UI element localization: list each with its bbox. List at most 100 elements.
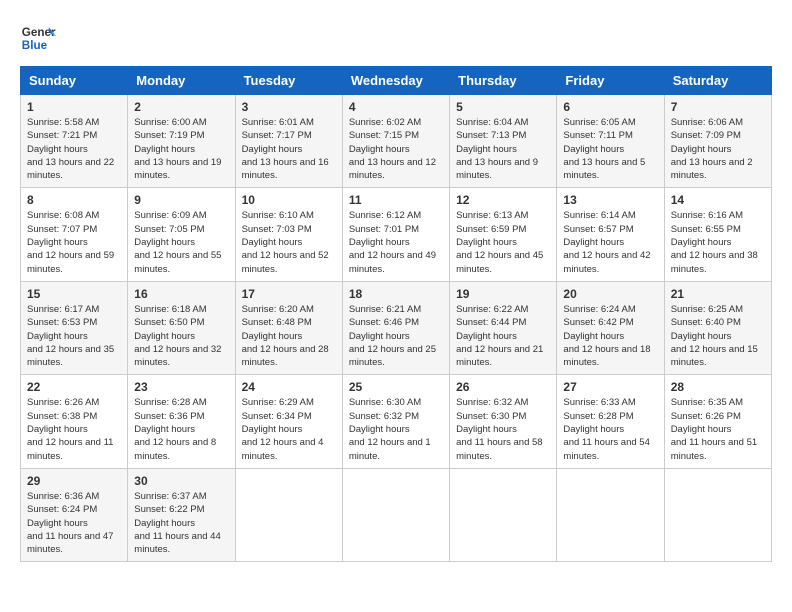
day-info: Sunrise: 6:12 AM Sunset: 7:01 PM Dayligh… <box>349 209 443 275</box>
calendar-cell: 5 Sunrise: 6:04 AM Sunset: 7:13 PM Dayli… <box>450 95 557 188</box>
weekday-header: Wednesday <box>342 67 449 95</box>
day-number: 1 <box>27 100 121 114</box>
day-info: Sunrise: 6:33 AM Sunset: 6:28 PM Dayligh… <box>563 396 657 462</box>
weekday-header: Tuesday <box>235 67 342 95</box>
day-number: 26 <box>456 380 550 394</box>
day-info: Sunrise: 6:36 AM Sunset: 6:24 PM Dayligh… <box>27 490 121 556</box>
day-info: Sunrise: 6:10 AM Sunset: 7:03 PM Dayligh… <box>242 209 336 275</box>
day-info: Sunrise: 6:32 AM Sunset: 6:30 PM Dayligh… <box>456 396 550 462</box>
calendar-cell: 13 Sunrise: 6:14 AM Sunset: 6:57 PM Dayl… <box>557 188 664 281</box>
day-number: 30 <box>134 474 228 488</box>
day-info: Sunrise: 6:24 AM Sunset: 6:42 PM Dayligh… <box>563 303 657 369</box>
day-number: 11 <box>349 193 443 207</box>
calendar-cell: 24 Sunrise: 6:29 AM Sunset: 6:34 PM Dayl… <box>235 375 342 468</box>
svg-text:Blue: Blue <box>22 39 48 52</box>
day-number: 28 <box>671 380 765 394</box>
day-number: 7 <box>671 100 765 114</box>
day-info: Sunrise: 6:14 AM Sunset: 6:57 PM Dayligh… <box>563 209 657 275</box>
day-number: 20 <box>563 287 657 301</box>
calendar-cell <box>664 468 771 561</box>
day-number: 17 <box>242 287 336 301</box>
page-header: General Blue <box>20 20 772 56</box>
day-number: 8 <box>27 193 121 207</box>
day-info: Sunrise: 6:18 AM Sunset: 6:50 PM Dayligh… <box>134 303 228 369</box>
day-info: Sunrise: 6:02 AM Sunset: 7:15 PM Dayligh… <box>349 116 443 182</box>
calendar-cell: 16 Sunrise: 6:18 AM Sunset: 6:50 PM Dayl… <box>128 281 235 374</box>
calendar-cell: 22 Sunrise: 6:26 AM Sunset: 6:38 PM Dayl… <box>21 375 128 468</box>
calendar-cell: 1 Sunrise: 5:58 AM Sunset: 7:21 PM Dayli… <box>21 95 128 188</box>
calendar-cell: 23 Sunrise: 6:28 AM Sunset: 6:36 PM Dayl… <box>128 375 235 468</box>
calendar-cell: 8 Sunrise: 6:08 AM Sunset: 7:07 PM Dayli… <box>21 188 128 281</box>
day-number: 16 <box>134 287 228 301</box>
day-number: 3 <box>242 100 336 114</box>
calendar-cell: 3 Sunrise: 6:01 AM Sunset: 7:17 PM Dayli… <box>235 95 342 188</box>
day-info: Sunrise: 6:09 AM Sunset: 7:05 PM Dayligh… <box>134 209 228 275</box>
day-info: Sunrise: 6:25 AM Sunset: 6:40 PM Dayligh… <box>671 303 765 369</box>
calendar-cell: 15 Sunrise: 6:17 AM Sunset: 6:53 PM Dayl… <box>21 281 128 374</box>
calendar-cell: 14 Sunrise: 6:16 AM Sunset: 6:55 PM Dayl… <box>664 188 771 281</box>
day-info: Sunrise: 6:17 AM Sunset: 6:53 PM Dayligh… <box>27 303 121 369</box>
day-info: Sunrise: 6:16 AM Sunset: 6:55 PM Dayligh… <box>671 209 765 275</box>
day-number: 2 <box>134 100 228 114</box>
day-number: 24 <box>242 380 336 394</box>
calendar-cell <box>235 468 342 561</box>
calendar-cell: 4 Sunrise: 6:02 AM Sunset: 7:15 PM Dayli… <box>342 95 449 188</box>
calendar-cell <box>342 468 449 561</box>
day-info: Sunrise: 6:05 AM Sunset: 7:11 PM Dayligh… <box>563 116 657 182</box>
calendar-cell <box>450 468 557 561</box>
day-number: 27 <box>563 380 657 394</box>
day-info: Sunrise: 6:00 AM Sunset: 7:19 PM Dayligh… <box>134 116 228 182</box>
day-number: 25 <box>349 380 443 394</box>
weekday-header: Monday <box>128 67 235 95</box>
day-number: 4 <box>349 100 443 114</box>
day-number: 29 <box>27 474 121 488</box>
calendar-cell <box>557 468 664 561</box>
calendar-cell: 2 Sunrise: 6:00 AM Sunset: 7:19 PM Dayli… <box>128 95 235 188</box>
calendar-cell: 25 Sunrise: 6:30 AM Sunset: 6:32 PM Dayl… <box>342 375 449 468</box>
calendar-cell: 29 Sunrise: 6:36 AM Sunset: 6:24 PM Dayl… <box>21 468 128 561</box>
calendar-cell: 10 Sunrise: 6:10 AM Sunset: 7:03 PM Dayl… <box>235 188 342 281</box>
logo-icon: General Blue <box>20 20 56 56</box>
calendar-table: SundayMondayTuesdayWednesdayThursdayFrid… <box>20 66 772 562</box>
weekday-header: Thursday <box>450 67 557 95</box>
weekday-header: Saturday <box>664 67 771 95</box>
calendar-cell: 12 Sunrise: 6:13 AM Sunset: 6:59 PM Dayl… <box>450 188 557 281</box>
day-number: 22 <box>27 380 121 394</box>
calendar-cell: 17 Sunrise: 6:20 AM Sunset: 6:48 PM Dayl… <box>235 281 342 374</box>
day-number: 10 <box>242 193 336 207</box>
day-number: 19 <box>456 287 550 301</box>
day-number: 6 <box>563 100 657 114</box>
day-number: 12 <box>456 193 550 207</box>
day-info: Sunrise: 6:21 AM Sunset: 6:46 PM Dayligh… <box>349 303 443 369</box>
calendar-cell: 26 Sunrise: 6:32 AM Sunset: 6:30 PM Dayl… <box>450 375 557 468</box>
day-info: Sunrise: 6:06 AM Sunset: 7:09 PM Dayligh… <box>671 116 765 182</box>
day-info: Sunrise: 6:04 AM Sunset: 7:13 PM Dayligh… <box>456 116 550 182</box>
day-info: Sunrise: 6:22 AM Sunset: 6:44 PM Dayligh… <box>456 303 550 369</box>
calendar-cell: 28 Sunrise: 6:35 AM Sunset: 6:26 PM Dayl… <box>664 375 771 468</box>
day-info: Sunrise: 6:30 AM Sunset: 6:32 PM Dayligh… <box>349 396 443 462</box>
day-number: 9 <box>134 193 228 207</box>
calendar-cell: 30 Sunrise: 6:37 AM Sunset: 6:22 PM Dayl… <box>128 468 235 561</box>
day-number: 15 <box>27 287 121 301</box>
day-info: Sunrise: 5:58 AM Sunset: 7:21 PM Dayligh… <box>27 116 121 182</box>
day-number: 13 <box>563 193 657 207</box>
calendar-cell: 20 Sunrise: 6:24 AM Sunset: 6:42 PM Dayl… <box>557 281 664 374</box>
day-number: 23 <box>134 380 228 394</box>
calendar-cell: 27 Sunrise: 6:33 AM Sunset: 6:28 PM Dayl… <box>557 375 664 468</box>
day-number: 21 <box>671 287 765 301</box>
calendar-cell: 18 Sunrise: 6:21 AM Sunset: 6:46 PM Dayl… <box>342 281 449 374</box>
weekday-header: Friday <box>557 67 664 95</box>
day-info: Sunrise: 6:37 AM Sunset: 6:22 PM Dayligh… <box>134 490 228 556</box>
day-info: Sunrise: 6:29 AM Sunset: 6:34 PM Dayligh… <box>242 396 336 462</box>
day-info: Sunrise: 6:35 AM Sunset: 6:26 PM Dayligh… <box>671 396 765 462</box>
calendar-cell: 7 Sunrise: 6:06 AM Sunset: 7:09 PM Dayli… <box>664 95 771 188</box>
day-info: Sunrise: 6:13 AM Sunset: 6:59 PM Dayligh… <box>456 209 550 275</box>
calendar-cell: 21 Sunrise: 6:25 AM Sunset: 6:40 PM Dayl… <box>664 281 771 374</box>
day-number: 5 <box>456 100 550 114</box>
calendar-cell: 19 Sunrise: 6:22 AM Sunset: 6:44 PM Dayl… <box>450 281 557 374</box>
day-info: Sunrise: 6:28 AM Sunset: 6:36 PM Dayligh… <box>134 396 228 462</box>
day-info: Sunrise: 6:20 AM Sunset: 6:48 PM Dayligh… <box>242 303 336 369</box>
calendar-cell: 11 Sunrise: 6:12 AM Sunset: 7:01 PM Dayl… <box>342 188 449 281</box>
logo: General Blue <box>20 20 60 56</box>
day-number: 18 <box>349 287 443 301</box>
